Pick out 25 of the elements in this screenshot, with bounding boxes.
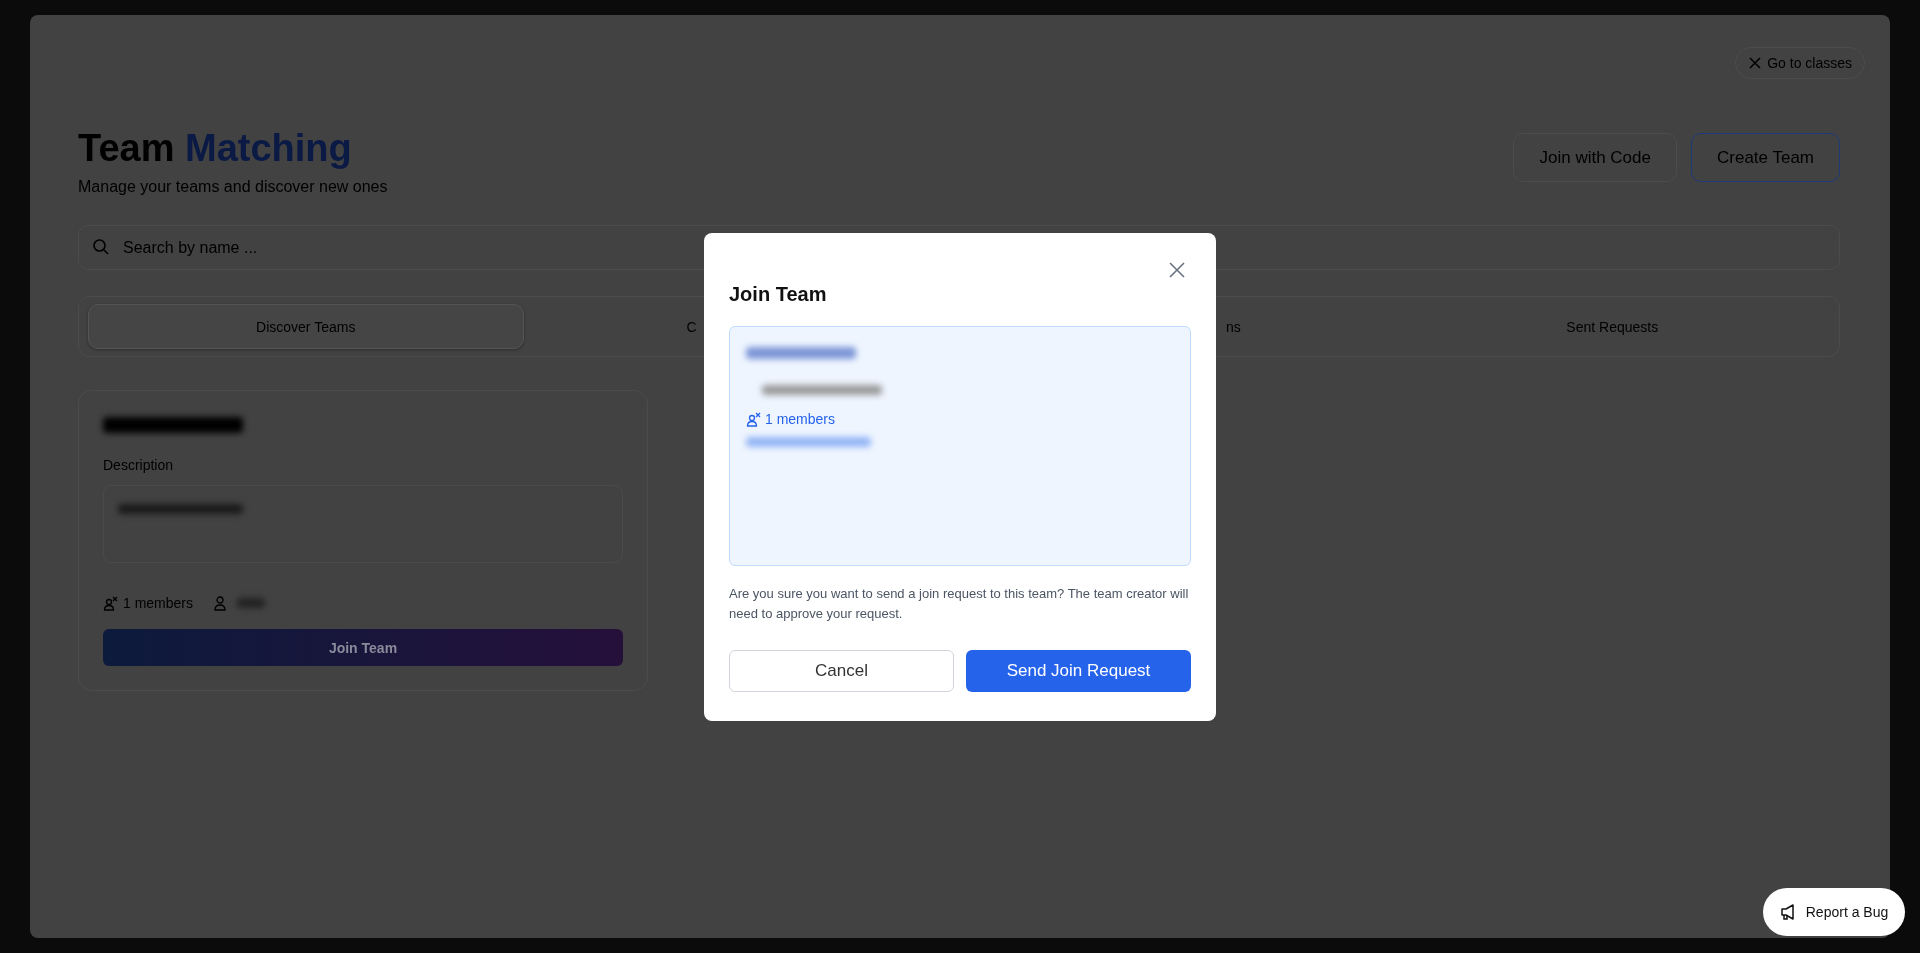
- join-team-button[interactable]: Join Team: [103, 629, 623, 666]
- search-icon: [92, 238, 110, 256]
- members-icon: [103, 595, 119, 611]
- close-icon[interactable]: [1169, 262, 1185, 278]
- members-icon: [746, 411, 762, 427]
- tab[interactable]: Sent Requests: [1394, 304, 1830, 349]
- person-icon: [213, 595, 228, 611]
- create-team-button[interactable]: Create Team: [1691, 133, 1840, 182]
- close-icon: [1748, 56, 1763, 70]
- tab[interactable]: Discover Teams: [88, 304, 524, 349]
- tab[interactable]: C: [523, 304, 959, 349]
- send-join-request-button[interactable]: Send Join Request: [966, 650, 1191, 692]
- join-with-code-button[interactable]: Join with Code: [1513, 133, 1677, 182]
- description-label: Description: [103, 457, 175, 473]
- tab[interactable]: ns: [959, 304, 1395, 349]
- member-count: 1 members: [123, 595, 194, 611]
- page-subtitle: Manage your teams and discover new ones: [78, 178, 388, 196]
- report-bug-button[interactable]: Report a Bug: [1763, 888, 1905, 936]
- member-count: 1 members: [765, 411, 836, 427]
- page-title: Team Matching: [78, 127, 353, 170]
- blurred-text: [237, 598, 266, 608]
- cancel-button[interactable]: Cancel: [729, 650, 954, 692]
- confirmation-message: Are you sure you want to send a join request to this team? The team creator will need to approve your request.: [729, 585, 1190, 623]
- go-to-classes-button[interactable]: Go to classes: [1735, 47, 1865, 79]
- dialog-title: Join Team: [729, 283, 828, 306]
